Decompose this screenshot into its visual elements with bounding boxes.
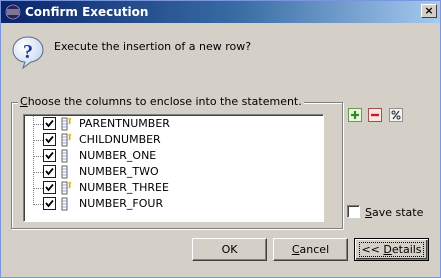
cancel-label: Cancel: [291, 243, 330, 256]
check-icon: [45, 199, 54, 208]
confirm-execution-dialog: Confirm Execution × ? Execute the insert…: [0, 0, 441, 278]
column-label: PARENTNUMBER: [79, 117, 170, 130]
eclipse-icon: [5, 4, 21, 20]
key-column-icon: [61, 133, 73, 147]
add-icon[interactable]: [348, 108, 362, 122]
column-label: NUMBER_ONE: [79, 149, 157, 162]
column-checkbox[interactable]: [43, 133, 56, 146]
close-icon: ×: [424, 4, 434, 17]
columns-group-label: Choose the columns to enclose into the s…: [18, 95, 304, 108]
column-icon: [61, 165, 73, 179]
svg-text:?: ?: [23, 41, 33, 63]
column-checkbox[interactable]: [43, 165, 56, 178]
check-icon: [45, 135, 54, 144]
list-item[interactable]: CHILDNUMBER: [26, 132, 316, 148]
question-icon: ?: [12, 36, 44, 69]
column-list[interactable]: PARENTNUMBER CHILDNUMBER NUMBER_ONE NUMBER_…: [23, 114, 324, 222]
column-label: NUMBER_TWO: [79, 165, 159, 178]
details-button[interactable]: << Details: [354, 238, 429, 261]
window-title: Confirm Execution: [25, 5, 149, 19]
column-checkbox[interactable]: [43, 197, 56, 210]
column-label: NUMBER_FOUR: [79, 197, 164, 210]
column-icon: [61, 149, 73, 163]
column-icon: [61, 197, 73, 211]
column-checkbox[interactable]: [43, 149, 56, 162]
close-button[interactable]: ×: [421, 4, 437, 18]
focus-rectangle: [359, 242, 424, 257]
column-checkbox[interactable]: [43, 181, 56, 194]
save-state-label[interactable]: Save state: [365, 206, 423, 219]
column-checkbox[interactable]: [43, 117, 56, 130]
remove-icon[interactable]: [368, 108, 382, 122]
check-icon: [45, 183, 54, 192]
cancel-button[interactable]: Cancel: [273, 238, 348, 261]
list-item[interactable]: NUMBER_THREE: [26, 180, 316, 196]
title-bar[interactable]: Confirm Execution ×: [1, 1, 440, 23]
list-item[interactable]: NUMBER_TWO: [26, 164, 316, 180]
check-icon: [45, 151, 54, 160]
save-state-checkbox[interactable]: [347, 205, 360, 218]
list-item[interactable]: NUMBER_ONE: [26, 148, 316, 164]
column-label: NUMBER_THREE: [79, 181, 169, 194]
question-text: Execute the insertion of a new row?: [54, 40, 252, 53]
list-item[interactable]: NUMBER_FOUR: [26, 196, 316, 212]
column-label: CHILDNUMBER: [79, 133, 161, 146]
list-item[interactable]: PARENTNUMBER: [26, 116, 316, 132]
percent-icon[interactable]: [389, 108, 403, 122]
check-icon: [45, 119, 54, 128]
key-column-icon: [61, 117, 73, 131]
ok-button[interactable]: OK: [192, 238, 267, 261]
key-column-icon: [61, 181, 73, 195]
ok-label: OK: [221, 243, 238, 256]
check-icon: [45, 167, 54, 176]
